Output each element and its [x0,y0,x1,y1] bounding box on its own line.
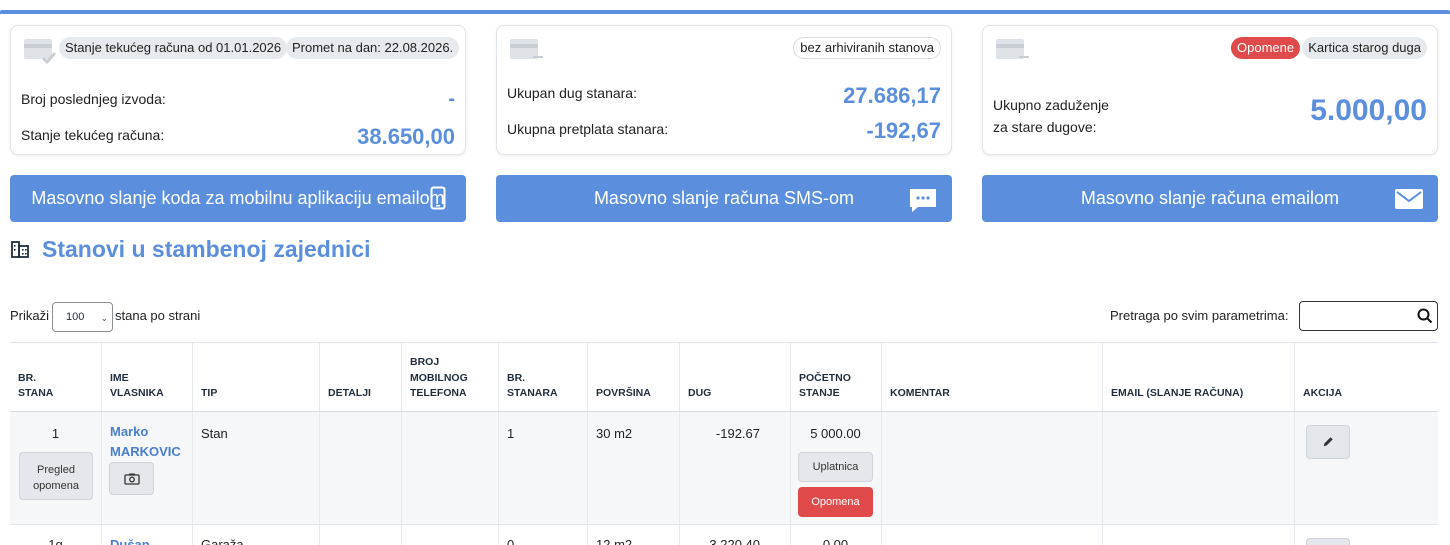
table-header: BR. STANA IME VLASNIKA TIP DETALJI BROJ MOB… [10,342,1438,412]
col-email[interactable]: EMAIL (SLANJE RAČUNA) [1102,343,1294,411]
no-archived-badge: bez arhiviranih stanova [793,37,941,59]
owner-photo-button[interactable] [109,462,154,495]
statement-label: Broj poslednjeg izvoda: [21,91,166,107]
bulk-send-app-code-button[interactable]: Masovno slanje koda za mobilnu aplikacij… [10,175,466,222]
search-input[interactable] [1299,301,1438,331]
tenant-count-value: 1 [507,426,515,441]
debt-value: -192.67 [715,426,760,441]
card-icon [996,39,1029,59]
bulk-send-email-button[interactable]: Masovno slanje računa emailom [982,175,1438,222]
page-size-suffix: stana po strani [115,308,201,323]
opening-balance-value: 0.00 [822,537,849,545]
col-mobile-phone[interactable]: BROJ MOBILNOG TELEFONA [401,343,498,411]
bulk-send-sms-button[interactable]: Masovno slanje računa SMS-om [496,175,952,222]
opening-balance-value: 5 000.00 [810,426,861,441]
warning-button[interactable]: Opomena [798,487,873,517]
col-type[interactable]: TIP [192,343,319,411]
area-value: 12 m2 [596,537,633,545]
total-debt-value: 27.686,17 [843,83,941,108]
sms-chat-icon [910,189,936,212]
type-value: Garaža [201,537,244,545]
pencil-icon [1323,437,1333,447]
card-icon [510,39,543,59]
table-row: 1 Pregled opomena Marko MARKOVIC Stan 1 30… [10,412,1438,525]
page-size-prefix: Prikaži [10,308,50,323]
bulk-send-app-code-label: Masovno slanje koda za mobilnu aplikacij… [31,188,445,208]
total-prepay-label: Ukupna pretplata stanara: [507,121,669,137]
building-icon [11,241,29,258]
page-size-select[interactable]: 100 ⌄ [52,302,113,332]
old-debt-label-line1: Ukupno zaduženje [993,97,1109,113]
card-check-icon [24,39,57,64]
table-row: 1g Dušan Garaža 0 12 m2 3 220.40 0.00 [10,525,1438,545]
owner-name-link[interactable]: Marko MARKOVIC [110,422,181,462]
old-debt-card: Opomene Kartica starog duga Ukupno zaduž… [982,25,1438,155]
apartment-number: 1g [48,537,63,545]
col-debt[interactable]: DUG [679,343,790,411]
page-title: Stanovi u stambenoj zajednici [42,236,371,262]
col-details[interactable]: DETALJI [319,343,401,411]
search-icon[interactable] [1417,308,1433,324]
edit-button[interactable] [1306,425,1350,459]
col-owner-name[interactable]: IME VLASNIKA [101,343,192,411]
statement-value: - [448,88,455,110]
total-debt-label: Ukupan dug stanara: [507,85,637,101]
col-area[interactable]: POVRŠINA [587,343,679,411]
debt-value: 3 220.40 [709,537,760,545]
apartment-number: 1 [51,426,60,441]
account-balance-card: Stanje tekućeg računa od 01.01.2026 Prom… [10,25,466,155]
total-prepay-value: -192,67 [866,118,941,143]
warnings-button[interactable]: Opomene [1231,37,1301,59]
col-action[interactable]: AKCIJA [1294,343,1438,411]
top-accent-bar [0,10,1450,14]
turnover-badge: Promet na dan: 22.08.2026. [286,37,460,59]
bulk-send-email-label: Masovno slanje računa emailom [1080,188,1340,208]
owner-name-link[interactable]: Dušan [110,535,150,545]
camera-icon [123,473,140,485]
balance-value: 38.650,00 [357,124,455,149]
col-opening-balance[interactable]: POČETNO STANJE [790,343,881,411]
mobile-phone-icon [430,186,446,210]
search-label: Pretraga po svim parametrima: [1110,308,1289,323]
balance-label: Stanje tekućeg računa: [21,127,165,143]
old-debt-ledger-button[interactable]: Kartica starog duga [1302,37,1427,59]
col-comment[interactable]: KOMENTAR [881,343,1102,411]
tenant-debt-card: bez arhiviranih stanova Ukupan dug stana… [496,25,952,155]
type-value: Stan [201,426,228,441]
period-badge: Stanje tekućeg računa od 01.01.2026 [59,37,288,59]
edit-button[interactable] [1306,538,1350,545]
area-value: 30 m2 [596,426,633,441]
tenant-count-value: 0 [507,537,515,545]
payment-slip-button[interactable]: Uplatnica [798,452,873,482]
col-apartment-number[interactable]: BR. STANA [10,343,101,411]
view-warnings-button[interactable]: Pregled opomena [19,452,93,500]
bulk-send-sms-label: Masovno slanje računa SMS-om [593,188,855,208]
page-size-value: 100 [66,311,85,323]
old-debt-value: 5.000,00 [1310,94,1427,127]
envelope-icon [1395,189,1423,209]
col-tenant-count[interactable]: BR. STANARA [498,343,587,411]
chevron-down-icon: ⌄ [100,313,108,323]
old-debt-label-line2: za stare dugove: [993,119,1097,135]
